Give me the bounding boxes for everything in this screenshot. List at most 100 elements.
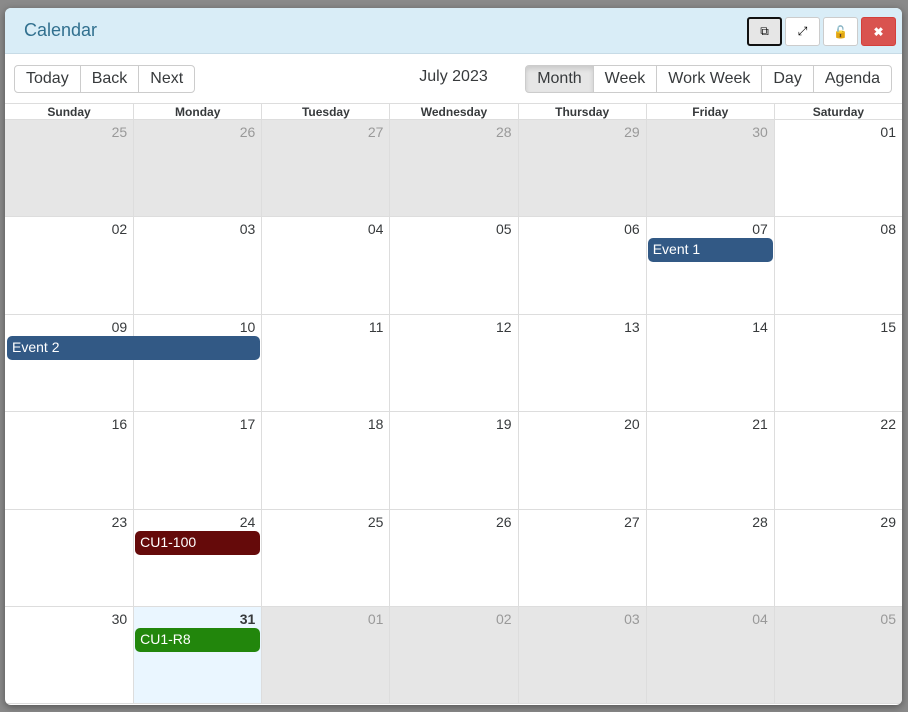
day-number[interactable]: 31: [240, 611, 256, 627]
view-month-button[interactable]: Month: [525, 65, 594, 93]
day-cell[interactable]: 26: [133, 120, 262, 217]
day-cell[interactable]: 31: [133, 606, 262, 704]
day-number[interactable]: 03: [624, 611, 640, 627]
copy-button[interactable]: ⧉: [747, 17, 782, 46]
calendar-event[interactable]: Event 1: [647, 238, 773, 263]
day-number[interactable]: 30: [752, 124, 768, 140]
day-cell[interactable]: 28: [645, 509, 774, 606]
day-number[interactable]: 04: [752, 611, 768, 627]
day-cell[interactable]: 24: [133, 509, 261, 606]
day-number[interactable]: 01: [880, 124, 896, 140]
day-cell[interactable]: 11: [261, 314, 389, 412]
day-cell[interactable]: 13: [517, 314, 646, 412]
day-cell[interactable]: 26: [389, 509, 517, 606]
day-cell[interactable]: 15: [773, 314, 902, 412]
day-number[interactable]: 11: [369, 319, 384, 335]
day-cell[interactable]: 07: [645, 217, 774, 314]
day-number[interactable]: 28: [752, 514, 768, 530]
view-week-button[interactable]: Week: [592, 65, 658, 93]
day-cell[interactable]: 02: [389, 606, 518, 704]
view-agenda-button[interactable]: Agenda: [812, 65, 892, 93]
day-number[interactable]: 04: [368, 221, 384, 237]
day-cell[interactable]: 06: [517, 217, 646, 314]
day-cell[interactable]: 18: [261, 412, 389, 509]
modal-title: Calendar: [24, 20, 98, 40]
day-cell[interactable]: 28: [389, 120, 518, 217]
calendar-toolbar: Today Back Next July 2023 Month Week Work We…: [5, 54, 902, 103]
day-cell[interactable]: 05: [389, 217, 517, 314]
day-number[interactable]: 10: [240, 319, 256, 335]
day-cell[interactable]: 03: [133, 217, 261, 314]
day-number[interactable]: 25: [112, 124, 128, 140]
day-number[interactable]: 20: [624, 416, 640, 432]
day-number[interactable]: 05: [496, 221, 512, 237]
day-cell[interactable]: 21: [645, 412, 774, 509]
day-cell[interactable]: 27: [517, 509, 646, 606]
day-number[interactable]: 03: [240, 221, 256, 237]
day-number[interactable]: 02: [112, 221, 128, 237]
calendar-event[interactable]: CU1-100: [135, 530, 261, 555]
day-number[interactable]: 25: [368, 514, 384, 530]
day-number[interactable]: 27: [368, 124, 384, 140]
day-number[interactable]: 02: [496, 611, 512, 627]
day-cell[interactable]: 19: [389, 412, 517, 509]
expand-button[interactable]: ⤢: [785, 17, 820, 46]
week-cells: 02 03 04 05 06 07 08: [5, 217, 902, 314]
day-cell[interactable]: 01: [261, 606, 390, 704]
day-number[interactable]: 12: [496, 319, 512, 335]
calendar-event[interactable]: Event 2: [7, 335, 261, 360]
day-cell[interactable]: 25: [261, 509, 389, 606]
day-cell[interactable]: 02: [5, 217, 133, 313]
day-number[interactable]: 26: [496, 514, 512, 530]
day-number[interactable]: 17: [240, 416, 256, 432]
day-number[interactable]: 01: [368, 611, 384, 627]
day-number[interactable]: 26: [240, 124, 256, 140]
day-number[interactable]: 05: [880, 611, 896, 627]
day-cell[interactable]: 20: [517, 412, 646, 509]
day-cell[interactable]: 03: [517, 606, 646, 704]
day-number[interactable]: 29: [880, 514, 896, 530]
day-number[interactable]: 07: [752, 221, 768, 237]
day-number[interactable]: 13: [624, 319, 640, 335]
day-cell[interactable]: 30: [5, 607, 133, 703]
day-cell[interactable]: 29: [517, 120, 646, 217]
day-number[interactable]: 19: [496, 416, 512, 432]
day-cell[interactable]: 16: [5, 412, 133, 508]
day-cell[interactable]: 10: [133, 314, 261, 412]
day-cell[interactable]: 05: [773, 606, 902, 704]
unlock-button[interactable]: 🔓: [823, 17, 858, 46]
day-number[interactable]: 30: [112, 611, 128, 627]
day-cell[interactable]: 29: [773, 509, 902, 606]
day-number[interactable]: 08: [880, 221, 896, 237]
day-cell[interactable]: 17: [133, 412, 261, 509]
day-number[interactable]: 06: [624, 221, 640, 237]
day-number[interactable]: 22: [880, 416, 896, 432]
day-number[interactable]: 27: [624, 514, 640, 530]
day-number[interactable]: 09: [112, 319, 128, 335]
view-work-week-button[interactable]: Work Week: [656, 65, 763, 93]
day-cell[interactable]: 14: [645, 314, 774, 412]
day-cell[interactable]: 01: [773, 120, 902, 217]
day-number[interactable]: 24: [240, 514, 256, 530]
day-number[interactable]: 23: [112, 514, 128, 530]
day-number[interactable]: 29: [624, 124, 640, 140]
day-number[interactable]: 14: [752, 319, 768, 335]
day-cell[interactable]: 23: [5, 510, 133, 606]
day-cell[interactable]: 22: [773, 412, 902, 509]
view-day-button[interactable]: Day: [761, 65, 814, 93]
day-cell[interactable]: 09: [5, 315, 133, 411]
day-cell[interactable]: 30: [645, 120, 774, 217]
day-cell[interactable]: 04: [645, 606, 774, 704]
day-cell[interactable]: 04: [261, 217, 389, 314]
day-cell[interactable]: 27: [261, 120, 390, 217]
calendar-event[interactable]: CU1-R8: [135, 627, 261, 652]
day-number[interactable]: 15: [880, 319, 896, 335]
close-button[interactable]: ✖: [861, 17, 896, 46]
day-number[interactable]: 21: [752, 416, 768, 432]
day-number[interactable]: 18: [368, 416, 384, 432]
day-cell[interactable]: 25: [5, 120, 134, 217]
day-number[interactable]: 28: [496, 124, 512, 140]
day-cell[interactable]: 12: [389, 314, 517, 412]
day-cell[interactable]: 08: [773, 217, 902, 314]
day-number[interactable]: 16: [112, 416, 128, 432]
